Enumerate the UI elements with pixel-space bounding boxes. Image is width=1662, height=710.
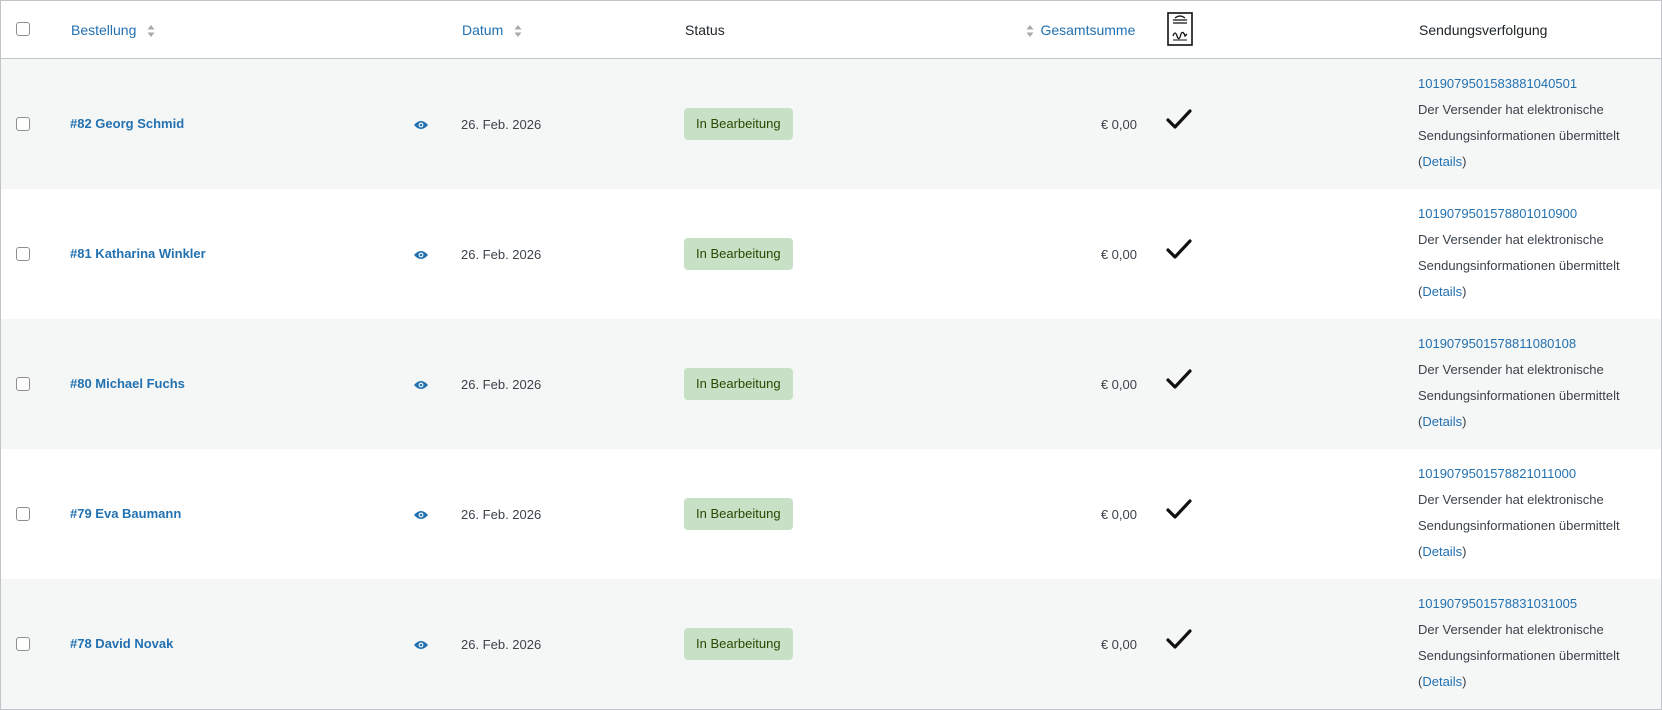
tracking-cell: 1019079501578811080108 Der Versender hat… (1418, 331, 1648, 435)
status-badge: In Bearbeitung (684, 238, 793, 270)
column-header-total[interactable]: Gesamtsumme (1026, 20, 1135, 40)
status-badge: In Bearbeitung (684, 498, 793, 530)
tracking-header-label: Sendungsverfolgung (1419, 22, 1548, 38)
tracking-status: Der Versender hat elektronische Sendungs… (1418, 622, 1620, 689)
table-row: #81 Katharina Winkler 26. Feb. 2026 In B… (1, 189, 1661, 319)
order-date: 26. Feb. 2026 (461, 377, 542, 392)
order-link[interactable]: #78 David Novak (70, 635, 173, 653)
sort-icon[interactable] (1026, 23, 1034, 39)
table-row: #80 Michael Fuchs 26. Feb. 2026 In Bearb… (1, 319, 1661, 449)
tracking-number-link[interactable]: 1019079501578801010900 (1418, 201, 1648, 227)
table-row: #82 Georg Schmid 26. Feb. 2026 In Bearbe… (1, 59, 1661, 189)
status-badge: In Bearbeitung (684, 628, 793, 660)
row-checkbox[interactable] (16, 117, 30, 131)
row-checkbox[interactable] (16, 247, 30, 261)
details-link[interactable]: Details (1422, 284, 1462, 299)
column-header-tracking: Sendungsverfolgung (1419, 20, 1547, 40)
order-total: € 0,00 (1100, 507, 1137, 522)
select-all-checkbox[interactable] (16, 22, 30, 36)
order-link[interactable]: #81 Katharina Winkler (70, 245, 206, 263)
row-checkbox[interactable] (16, 637, 30, 651)
tracking-message: Der Versender hat elektronische Sendungs… (1418, 492, 1620, 533)
table-header: Bestellung Datum Status Gesamtsumme Send… (1, 1, 1661, 59)
tracking-number-link[interactable]: 1019079501578821011000 (1418, 461, 1648, 487)
row-checkbox[interactable] (16, 507, 30, 521)
status-badge: In Bearbeitung (684, 368, 793, 400)
order-date: 26. Feb. 2026 (461, 117, 542, 132)
eye-icon[interactable] (413, 380, 429, 390)
status-header-label: Status (685, 22, 725, 38)
eye-icon[interactable] (413, 120, 429, 130)
tracking-message: Der Versender hat elektronische Sendungs… (1418, 102, 1620, 143)
order-date: 26. Feb. 2026 (461, 507, 542, 522)
tracking-status: Der Versender hat elektronische Sendungs… (1418, 232, 1620, 299)
order-link[interactable]: #80 Michael Fuchs (70, 375, 185, 393)
details-link[interactable]: Details (1422, 674, 1462, 689)
order-total: € 0,00 (1100, 117, 1137, 132)
tracking-number-link[interactable]: 1019079501583881040501 (1418, 71, 1648, 97)
checkmark-icon (1166, 499, 1192, 519)
total-header-label[interactable]: Gesamtsumme (1040, 22, 1135, 38)
tracking-cell: 1019079501578801010900 Der Versender hat… (1418, 201, 1648, 305)
tracking-message: Der Versender hat elektronische Sendungs… (1418, 362, 1620, 403)
order-link[interactable]: #82 Georg Schmid (70, 115, 184, 133)
checkmark-icon (1166, 629, 1192, 649)
tracking-status: Der Versender hat elektronische Sendungs… (1418, 492, 1620, 559)
eye-icon[interactable] (413, 250, 429, 260)
column-header-order[interactable]: Bestellung (71, 20, 155, 40)
column-header-date[interactable]: Datum (462, 20, 522, 40)
status-badge: In Bearbeitung (684, 108, 793, 140)
tracking-status: Der Versender hat elektronische Sendungs… (1418, 362, 1620, 429)
table-row: #79 Eva Baumann 26. Feb. 2026 In Bearbei… (1, 449, 1661, 579)
orders-table: Bestellung Datum Status Gesamtsumme Send… (0, 0, 1662, 710)
sort-icon[interactable] (514, 23, 522, 39)
tracking-number-link[interactable]: 1019079501578831031005 (1418, 591, 1648, 617)
tracking-message: Der Versender hat elektronische Sendungs… (1418, 622, 1620, 663)
tracking-cell: 1019079501578821011000 Der Versender hat… (1418, 461, 1648, 565)
tracking-status: Der Versender hat elektronische Sendungs… (1418, 102, 1620, 169)
details-link[interactable]: Details (1422, 544, 1462, 559)
eye-icon[interactable] (413, 510, 429, 520)
column-header-status: Status (685, 20, 725, 40)
order-total: € 0,00 (1100, 377, 1137, 392)
tracking-cell: 1019079501583881040501 Der Versender hat… (1418, 71, 1648, 175)
tracking-message: Der Versender hat elektronische Sendungs… (1418, 232, 1620, 273)
signature-icon (1167, 12, 1193, 51)
details-link[interactable]: Details (1422, 154, 1462, 169)
checkmark-icon (1166, 109, 1192, 129)
sort-icon[interactable] (147, 23, 155, 39)
order-link[interactable]: #79 Eva Baumann (70, 505, 181, 523)
row-checkbox[interactable] (16, 377, 30, 391)
eye-icon[interactable] (413, 640, 429, 650)
checkmark-icon (1166, 239, 1192, 259)
tracking-number-link[interactable]: 1019079501578811080108 (1418, 331, 1648, 357)
order-total: € 0,00 (1100, 247, 1137, 262)
order-header-label[interactable]: Bestellung (71, 22, 136, 38)
order-date: 26. Feb. 2026 (461, 247, 542, 262)
order-total: € 0,00 (1100, 637, 1137, 652)
date-header-label[interactable]: Datum (462, 22, 503, 38)
details-link[interactable]: Details (1422, 414, 1462, 429)
order-date: 26. Feb. 2026 (461, 637, 542, 652)
table-row: #78 David Novak 26. Feb. 2026 In Bearbei… (1, 579, 1661, 709)
tracking-cell: 1019079501578831031005 Der Versender hat… (1418, 591, 1648, 695)
checkmark-icon (1166, 369, 1192, 389)
